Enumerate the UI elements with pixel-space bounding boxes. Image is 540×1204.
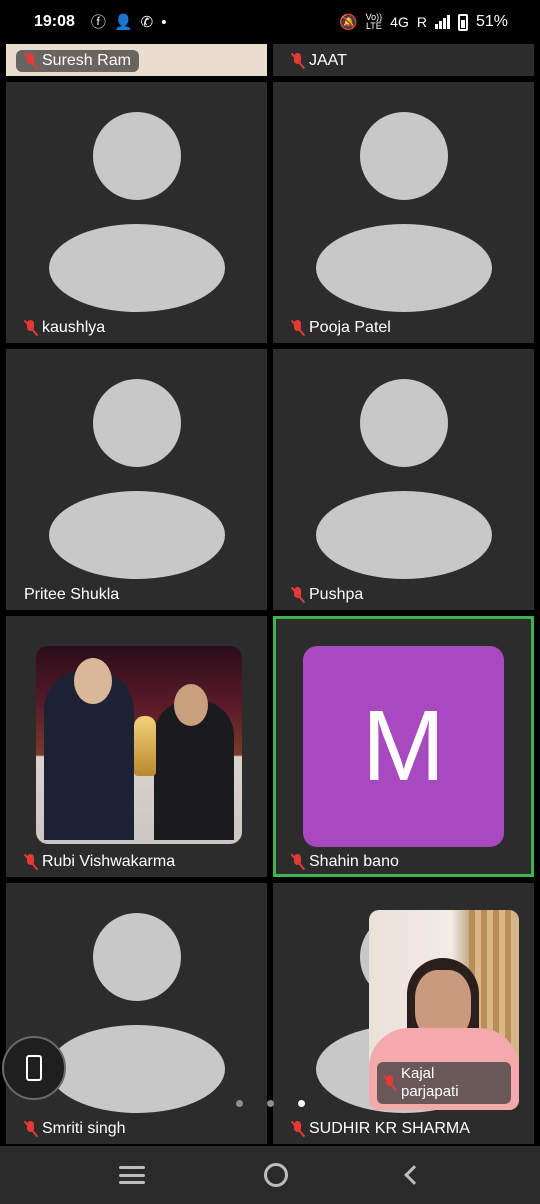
participant-tile[interactable]: kaushlya (6, 82, 267, 343)
mic-off-icon (24, 854, 38, 870)
clock: 19:08 (34, 13, 75, 30)
avatar-placeholder-head (92, 379, 181, 467)
back-button[interactable] (403, 1165, 424, 1185)
participant-tile-active-speaker[interactable]: M Shahin bano (273, 616, 534, 877)
network-type: 4G (390, 14, 409, 30)
page-dot[interactable] (236, 1100, 243, 1107)
participant-name-label: Pooja Patel (291, 319, 391, 337)
participant-name-label: Pritee Shukla (24, 586, 120, 603)
mic-off-icon (291, 1121, 305, 1137)
participant-name-label: Smriti singh (24, 1120, 126, 1138)
self-view-video[interactable]: Kajal parjapati (369, 910, 519, 1110)
avatar-placeholder-head (359, 379, 448, 467)
mic-off-icon (383, 1075, 397, 1091)
participant-name-label: kaushlya (24, 319, 105, 337)
participant-name-label: JAAT (291, 52, 347, 70)
battery-icon (457, 13, 468, 31)
participant-name-label: Shahin bano (291, 853, 399, 871)
status-bar: 19:08 ⓕ 👤 ✆ • 🔕 Vo)) LTE 4G R 51% (0, 0, 540, 44)
letter-avatar: M (303, 646, 504, 847)
roaming-indicator: R (416, 14, 427, 30)
volte-icon: Vo)) LTE (365, 12, 383, 31)
participant-photo (36, 646, 242, 844)
mic-off-icon (24, 1121, 38, 1137)
page-indicator (236, 1100, 305, 1107)
avatar-placeholder-head (92, 112, 181, 200)
avatar-placeholder-body (48, 224, 225, 312)
mic-off-icon (24, 320, 38, 336)
avatar-placeholder-head (359, 112, 448, 200)
avatar-placeholder-body (48, 491, 225, 579)
signal-icon (434, 15, 450, 29)
mute-bell-icon: 🔕 (338, 13, 358, 31)
avatar-placeholder-body (48, 1025, 225, 1113)
add-contact-icon: 👤 (113, 13, 133, 31)
page-dot[interactable] (267, 1100, 274, 1107)
mic-off-icon (291, 53, 305, 69)
participant-tile[interactable]: Smriti singh (6, 883, 267, 1144)
rotate-screen-button[interactable] (2, 1036, 66, 1100)
recent-apps-button[interactable] (119, 1166, 146, 1184)
dot-icon: • (161, 13, 167, 31)
avatar-placeholder-body (315, 224, 492, 312)
avatar-placeholder-body (315, 491, 492, 579)
mic-off-icon (291, 320, 305, 336)
battery-percent: 51% (475, 13, 508, 30)
mic-off-icon (291, 587, 305, 603)
participant-tile[interactable]: Pooja Patel (273, 82, 534, 343)
page-dot-current[interactable] (298, 1100, 305, 1107)
rotate-phone-icon (26, 1055, 42, 1081)
participant-name-label: Pushpa (291, 586, 363, 604)
facebook-icon: ⓕ (90, 13, 106, 31)
participant-tile[interactable]: Suresh Ram (6, 44, 267, 76)
home-button[interactable] (263, 1163, 288, 1187)
system-nav-bar (0, 1146, 540, 1204)
participant-name-label: Rubi Vishwakarma (24, 853, 175, 871)
mic-off-icon (291, 854, 305, 870)
participant-name-label: Suresh Ram (16, 50, 139, 72)
mic-off-icon (24, 53, 38, 69)
participant-name-label: SUDHIR KR SHARMA (291, 1120, 470, 1138)
avatar-placeholder-head (92, 913, 181, 1001)
participant-tile[interactable]: JAAT (273, 44, 534, 76)
participant-tile[interactable]: Pushpa (273, 349, 534, 610)
whatsapp-icon: ✆ (140, 13, 154, 31)
participant-tile[interactable]: Pritee Shukla (6, 349, 267, 610)
participant-tile[interactable]: Rubi Vishwakarma (6, 616, 267, 877)
self-view-name-label: Kajal parjapati (377, 1062, 511, 1104)
